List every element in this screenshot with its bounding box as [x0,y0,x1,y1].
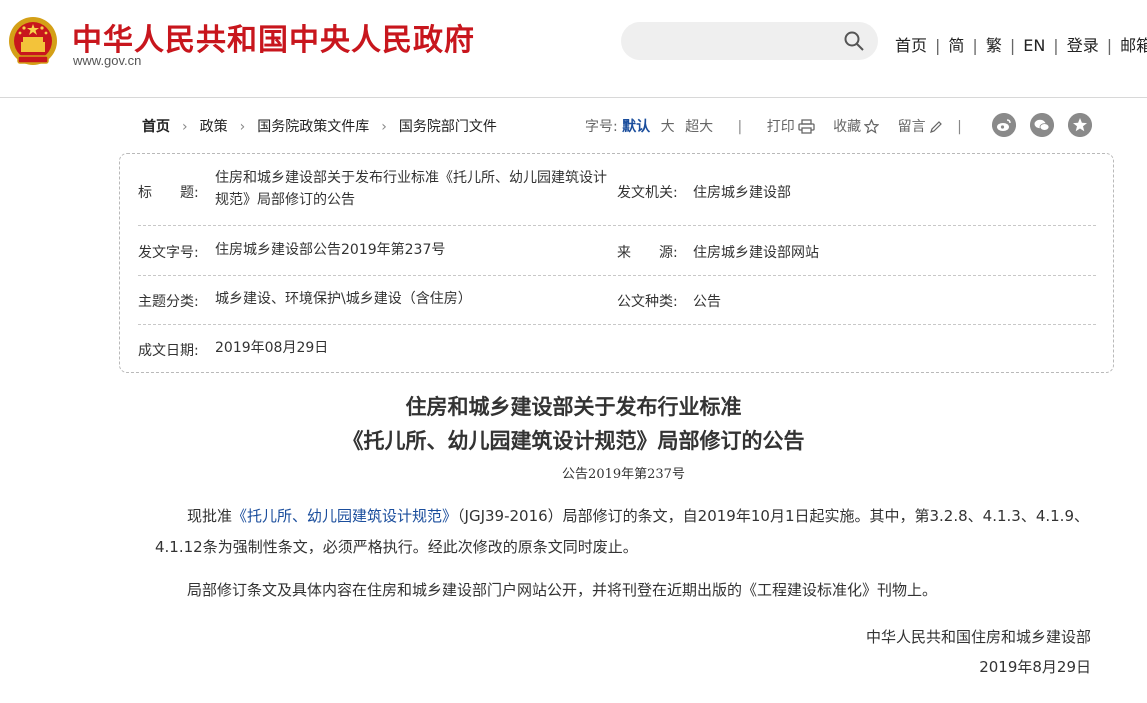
source-label: 来 源: [617,245,678,261]
search-input[interactable] [621,22,878,60]
article-title-line1: 住房和城乡建设部关于发布行业标准 [405,394,742,419]
weibo-icon[interactable] [992,113,1016,137]
docno-label: 发文字号: [138,245,199,261]
article-title-line2: 《托儿所、幼儿园建筑设计规范》局部修订的公告 [342,428,805,453]
topic-value: 城乡建设、环境保护\城乡建设（含住房） [215,291,472,307]
info-row-docno: 发文字号: 住房城乡建设部公告2019年第237号 来 源: 住房城乡建设部网站 [138,226,1096,276]
info-row-topic: 主题分类: 城乡建设、环境保护\城乡建设（含住房） 公文种类: 公告 [138,276,1096,325]
font-size-large[interactable]: 大 [661,119,675,135]
comment-button[interactable]: 留言 [898,119,943,135]
chevron-right-icon: › [381,119,387,135]
nav-simplified[interactable]: 简 [948,36,964,55]
breadcrumb-department-docs[interactable]: 国务院部门文件 [399,119,497,135]
issuer-value: 住房城乡建设部 [693,185,791,201]
star-icon [864,119,880,134]
docno-value: 住房城乡建设部公告2019年第237号 [215,242,446,258]
title-label: 标 题: [138,185,199,201]
chevron-right-icon: › [182,119,188,135]
nav-login[interactable]: 登录 [1067,36,1099,55]
favorites-star-icon[interactable] [1068,113,1092,137]
article-tools: 字号: 默认 大 超大 | 打印 收藏 留言 | [585,119,962,135]
pencil-icon [929,121,942,133]
document-info-box: 标 题: 住房和城乡建设部关于发布行业标准《托儿所、幼儿园建筑设计规范》局部修订… [119,153,1114,373]
site-header: 中华人民共和国中央人民政府 www.gov.cn 首页 | 简 | 繁 | EN | 登录 | 邮箱 [0,0,1147,98]
standard-link[interactable]: 《托儿所、幼儿园建筑设计规范》 [232,507,457,525]
article-paragraph-2: 局部修订条文及具体内容在住房和城乡建设部门户网站公开，并将刊登在近期出版的《工程… [187,581,938,599]
source-value: 住房城乡建设部网站 [693,245,819,261]
print-button[interactable]: 打印 [767,119,815,135]
topic-label: 主题分类: [138,294,199,310]
search-icon[interactable] [844,31,864,51]
font-size-default[interactable]: 默认 [622,119,650,135]
nav-mail[interactable]: 邮箱 [1120,36,1147,55]
title-value: 住房和城乡建设部关于发布行业标准《托儿所、幼儿园建筑设计规范》局部修订的公告 [215,170,607,208]
top-nav: 首页 | 简 | 繁 | EN | 登录 | 邮箱 [895,32,1147,56]
article-paragraph-1: 现批准《托儿所、幼儿园建筑设计规范》（JGJ39-2016）局部修订的条文，自2… [155,507,1089,556]
breadcrumb-policy-library[interactable]: 国务院政策文件库 [257,119,369,135]
printer-icon [798,119,815,134]
info-row-title: 标 题: 住房和城乡建设部关于发布行业标准《托儿所、幼儿园建筑设计规范》局部修订… [138,154,1096,226]
font-size-label: 字号: [585,119,618,135]
nav-traditional[interactable]: 繁 [986,36,1002,55]
breadcrumb-home[interactable]: 首页 [142,119,170,135]
info-row-date: 成文日期: 2019年08月29日 [138,325,1096,372]
breadcrumb: 首页 › 政策 › 国务院政策文件库 › 国务院部门文件 [142,116,497,136]
nav-english[interactable]: EN [1023,36,1045,55]
article-doc-number: 公告2019年第237号 [562,467,685,482]
chevron-right-icon: › [239,119,246,135]
nav-home[interactable]: 首页 [895,36,927,55]
font-size-xlarge[interactable]: 超大 [685,119,713,135]
site-url[interactable]: www.gov.cn [73,53,141,68]
date-value: 2019年08月29日 [215,340,329,356]
issuer-label: 发文机关: [617,185,678,201]
breadcrumb-policy[interactable]: 政策 [200,119,228,135]
national-emblem-icon[interactable] [8,16,58,68]
signature-org: 中华人民共和国住房和城乡建设部 [865,628,1091,646]
date-label: 成文日期: [138,343,199,359]
signature-date: 2019年8月29日 [979,658,1091,676]
type-label: 公文种类: [617,294,678,310]
favorite-button[interactable]: 收藏 [833,119,880,135]
wechat-icon[interactable] [1030,113,1054,137]
type-value: 公告 [693,294,721,310]
